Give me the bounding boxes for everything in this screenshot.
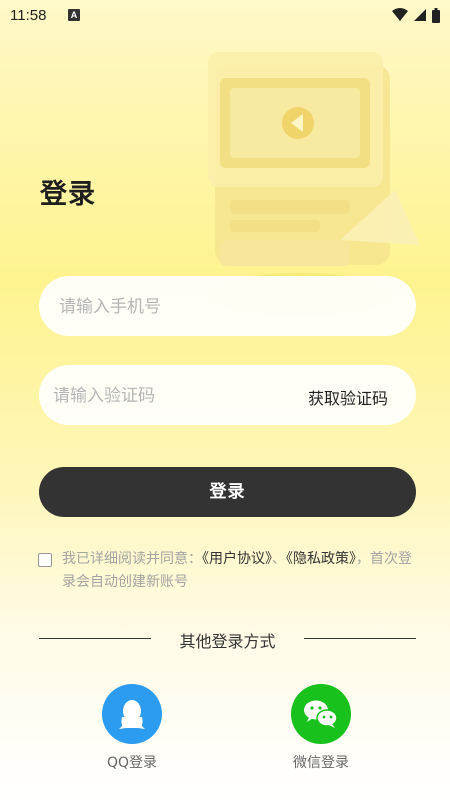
phone-field-container: [39, 276, 416, 338]
agreement-prefix: 我已详细阅读并同意：: [62, 551, 202, 567]
wechat-login-button[interactable]: 微信登录: [276, 684, 366, 772]
phone-input[interactable]: [57, 276, 401, 338]
privacy-policy-link[interactable]: 《隐私政策》: [286, 551, 356, 567]
get-code-button[interactable]: 获取验证码: [308, 385, 388, 409]
signal-icon: [414, 9, 426, 21]
agreement-separator: 、: [272, 551, 286, 567]
agreement-checkbox[interactable]: [38, 553, 52, 567]
page-title: 登录: [40, 179, 96, 210]
wifi-icon: [392, 8, 408, 21]
user-agreement-link[interactable]: 《用户协议》: [202, 551, 272, 567]
qq-login-button[interactable]: QQ登录: [87, 684, 177, 772]
battery-icon: [432, 7, 440, 23]
code-field-container: 获取验证码: [39, 365, 416, 427]
other-login-divider: 其他登录方式: [39, 626, 416, 652]
wechat-icon[interactable]: [291, 684, 351, 744]
status-bar: 11:58 A: [0, 0, 450, 32]
other-login-heading: 其他登录方式: [179, 632, 276, 651]
system-icons: [392, 7, 440, 23]
qq-icon[interactable]: [102, 684, 162, 744]
login-button[interactable]: 登录: [39, 467, 416, 517]
divider-line-right: [304, 638, 416, 639]
agreement-text: 我已详细阅读并同意：《用户协议》、《隐私政策》，首次登录会自动创建新账号: [62, 548, 422, 594]
status-time: 11:58: [10, 7, 47, 24]
wechat-login-label: 微信登录: [293, 755, 349, 771]
notification-icon: A: [68, 9, 80, 21]
qq-login-label: QQ登录: [106, 755, 158, 771]
verification-code-input[interactable]: [51, 365, 275, 427]
